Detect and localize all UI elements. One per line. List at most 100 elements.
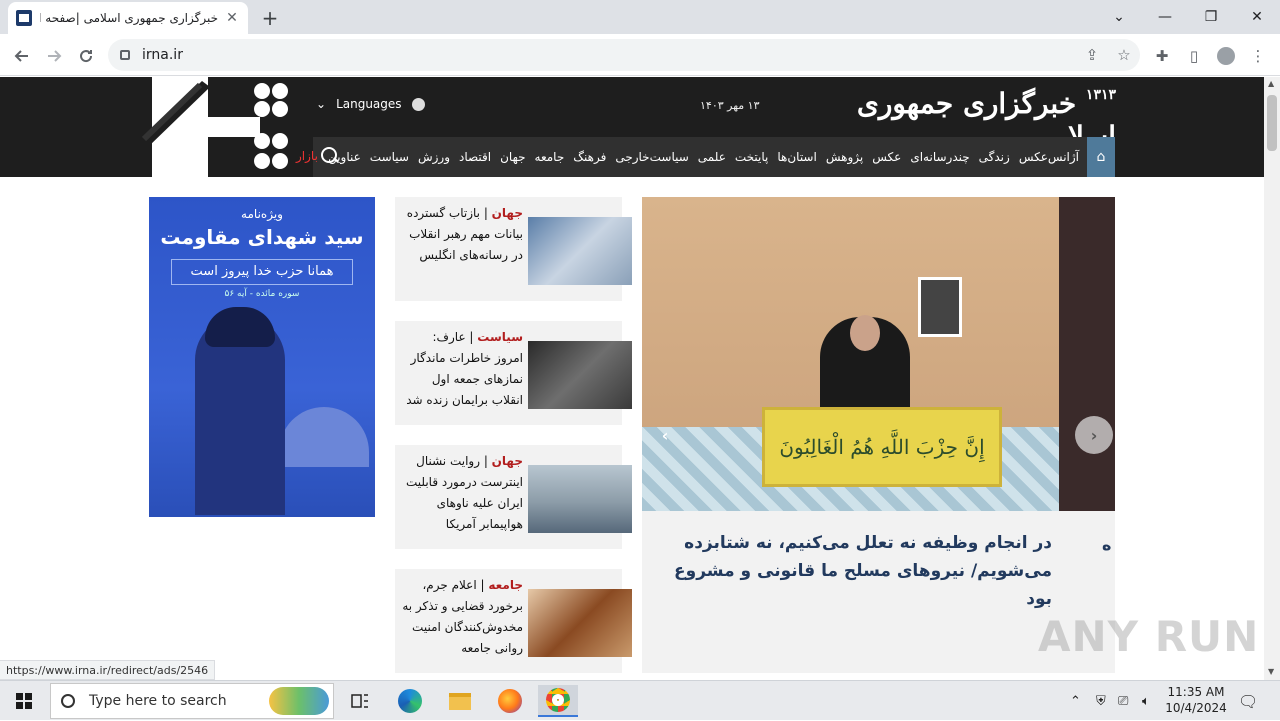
nav-item[interactable]: چندرسانه‌ای <box>910 150 969 164</box>
search-icon[interactable] <box>321 147 339 165</box>
taskbar-search[interactable]: Type here to search <box>50 683 334 719</box>
main-nav: ⌂ عناوین سیاست ورزش اقتصاد جهان جامعه فر… <box>313 137 1115 177</box>
languages-label: Languages <box>336 97 402 111</box>
ad-line-1: ویژه‌نامه <box>241 207 283 221</box>
nav-item[interactable]: علمی <box>698 150 726 164</box>
extensions-icon[interactable]: ✚ <box>1148 42 1176 70</box>
address-url[interactable]: irna.ir <box>142 47 1076 63</box>
news-card[interactable]: سیاست | عارف: امروز خاطرات ماندگار نمازه… <box>395 321 632 425</box>
task-view-icon[interactable] <box>340 685 380 717</box>
slide-image[interactable]: إِنَّ حِزْبَ اللَّهِ هُمُ الْغَالِبُونَ <box>642 197 1059 511</box>
next-slide-preview[interactable] <box>1059 197 1115 511</box>
slider-prev-button[interactable]: ‹ <box>646 416 684 454</box>
irna-logo-icon <box>140 77 288 177</box>
nav-item[interactable]: آژانس‌عکس <box>1019 150 1079 164</box>
close-window-button[interactable]: ✕ <box>1234 0 1280 34</box>
clock-date: 10/4/2024 <box>1165 701 1227 715</box>
nav-item[interactable]: فرهنگ <box>573 150 606 164</box>
nav-item[interactable]: اقتصاد <box>459 150 491 164</box>
nav-item[interactable]: سیاست <box>370 150 409 164</box>
taskbar-search-placeholder[interactable]: Type here to search <box>89 693 227 709</box>
windows-taskbar: Type here to search ⌃ ⛨ ⎚ 🔈︎ 11:35 AM 10… <box>0 680 1280 720</box>
irna-logo[interactable] <box>140 77 295 177</box>
clock-time: 11:35 AM <box>1167 685 1225 699</box>
news-thumbnail[interactable] <box>528 589 632 657</box>
notification-icon[interactable]: 🗨︎ <box>1238 681 1258 721</box>
edge-browser-icon[interactable] <box>390 685 430 717</box>
nav-item[interactable]: عکس <box>872 150 901 164</box>
news-thumbnail[interactable] <box>528 341 632 409</box>
slide-caption[interactable]: در انجام وظیفه نه تعلل می‌کنیم، نه شتابز… <box>652 529 1052 613</box>
nav-item[interactable]: زندگی <box>979 150 1010 164</box>
news-thumbnail[interactable] <box>528 217 632 285</box>
news-category[interactable]: سیاست <box>477 330 523 344</box>
home-icon[interactable]: ⌂ <box>1087 137 1115 177</box>
slide-podium: إِنَّ حِزْبَ اللَّهِ هُمُ الْغَالِبُونَ <box>762 407 1002 487</box>
nav-item[interactable]: سیاست‌خارجی <box>615 150 688 164</box>
firefox-icon[interactable] <box>490 685 530 717</box>
file-explorer-icon[interactable] <box>440 685 480 717</box>
news-category[interactable]: جهان <box>492 206 523 220</box>
tab-close-button[interactable]: ✕ <box>224 10 240 26</box>
share-icon[interactable]: ⇪ <box>1076 46 1108 64</box>
site-favicon-icon <box>16 10 32 26</box>
nav-item[interactable]: جامعه <box>535 150 565 164</box>
nav-item-bazar[interactable]: بازار <box>296 149 318 163</box>
anyrun-watermark: ANY RUN <box>1038 612 1260 661</box>
bookmark-star-icon[interactable]: ☆ <box>1108 46 1140 64</box>
page-scrollbar[interactable]: ▲ ▼ <box>1264 77 1280 681</box>
reload-button[interactable] <box>72 42 100 70</box>
headline-slider[interactable]: إِنَّ حِزْبَ اللَّهِ هُمُ الْغَالِبُونَ … <box>642 197 1115 673</box>
scrollbar-thumb[interactable] <box>1267 95 1277 151</box>
scroll-up-icon[interactable]: ▲ <box>1268 79 1274 88</box>
browser-tab-active[interactable]: خبرگزاری جمهوری اسلامی |صفحه اول ✕ <box>8 2 248 34</box>
news-text[interactable]: سیاست | عارف: امروز خاطرات ماندگار نمازه… <box>401 327 523 411</box>
tray-chevron-icon[interactable]: ⌃ <box>1070 681 1081 721</box>
side-panel-icon[interactable]: ▯ <box>1180 42 1208 70</box>
start-button[interactable] <box>0 681 48 721</box>
chrome-icon[interactable] <box>538 685 578 717</box>
slider-next-button[interactable]: › <box>1075 416 1113 454</box>
header-date: ۱۳ مهر ۱۴۰۳ <box>700 99 760 112</box>
ad-line-4: سوره مائده - آیه ۵۶ <box>224 289 300 299</box>
menu-kebab-icon[interactable]: ⋮ <box>1244 42 1272 70</box>
news-text[interactable]: جهان | روایت نشنال اینترست درمورد قابلیت… <box>401 451 523 535</box>
news-category[interactable]: جهان <box>492 454 523 468</box>
news-card[interactable]: جامعه | اعلام جرم، برخورد قضایی و تذکر ب… <box>395 569 632 673</box>
restore-button[interactable]: ❐ <box>1188 0 1234 34</box>
slide-caption-next[interactable]: ه <box>1102 535 1116 554</box>
scroll-down-icon[interactable]: ▼ <box>1268 667 1274 676</box>
page-viewport: ۱۳۱۳ خبرگزاری جمهوری اسلامی ۱۳ مهر ۱۴۰۳ … <box>0 77 1264 681</box>
news-card[interactable]: جهان | بازتاب گسترده بیانات مهم رهبر انق… <box>395 197 632 301</box>
news-category[interactable]: جامعه <box>488 578 523 592</box>
nav-item[interactable]: ورزش <box>418 150 450 164</box>
nav-item[interactable]: پایتخت <box>735 150 769 164</box>
search-icon <box>61 694 75 708</box>
new-tab-button[interactable]: + <box>258 6 282 30</box>
taskbar-clock[interactable]: 11:35 AM 10/4/2024 <box>1164 684 1228 716</box>
profile-avatar-icon[interactable] <box>1212 42 1240 70</box>
address-bar[interactable]: irna.ir ⇪ ☆ <box>108 39 1140 71</box>
languages-dropdown[interactable]: ⌄ Languages <box>316 97 425 111</box>
news-text[interactable]: جهان | بازتاب گسترده بیانات مهم رهبر انق… <box>401 203 523 266</box>
slide-face <box>850 315 880 351</box>
ad-figure-head <box>205 307 275 347</box>
news-card[interactable]: جهان | روایت نشنال اینترست درمورد قابلیت… <box>395 445 632 549</box>
volume-icon[interactable]: 🔈︎ <box>1142 681 1150 721</box>
ad-line-3: همانا حزب خدا پیروز است <box>171 259 353 285</box>
network-security-icon[interactable]: ⛨ <box>1096 681 1106 721</box>
nav-item[interactable]: پژوهش <box>826 150 863 164</box>
forward-button[interactable] <box>40 42 68 70</box>
ad-banner[interactable]: ویژه‌نامه سید شهدای مقاومت همانا حزب خدا… <box>149 197 375 517</box>
nav-item[interactable]: استان‌ها <box>777 150 816 164</box>
nav-item[interactable]: جهان <box>500 150 525 164</box>
site-header: ۱۳۱۳ خبرگزاری جمهوری اسلامی ۱۳ مهر ۱۴۰۳ … <box>0 77 1264 177</box>
globe-icon <box>411 97 425 111</box>
network-icon[interactable]: ⎚ <box>1118 681 1128 721</box>
back-button[interactable] <box>8 42 36 70</box>
minimize-button[interactable]: — <box>1142 0 1188 34</box>
tab-search-button[interactable]: ⌄ <box>1096 0 1142 34</box>
news-thumbnail[interactable] <box>528 465 632 533</box>
windows-logo-icon <box>16 693 32 709</box>
news-text[interactable]: جامعه | اعلام جرم، برخورد قضایی و تذکر ب… <box>401 575 523 659</box>
